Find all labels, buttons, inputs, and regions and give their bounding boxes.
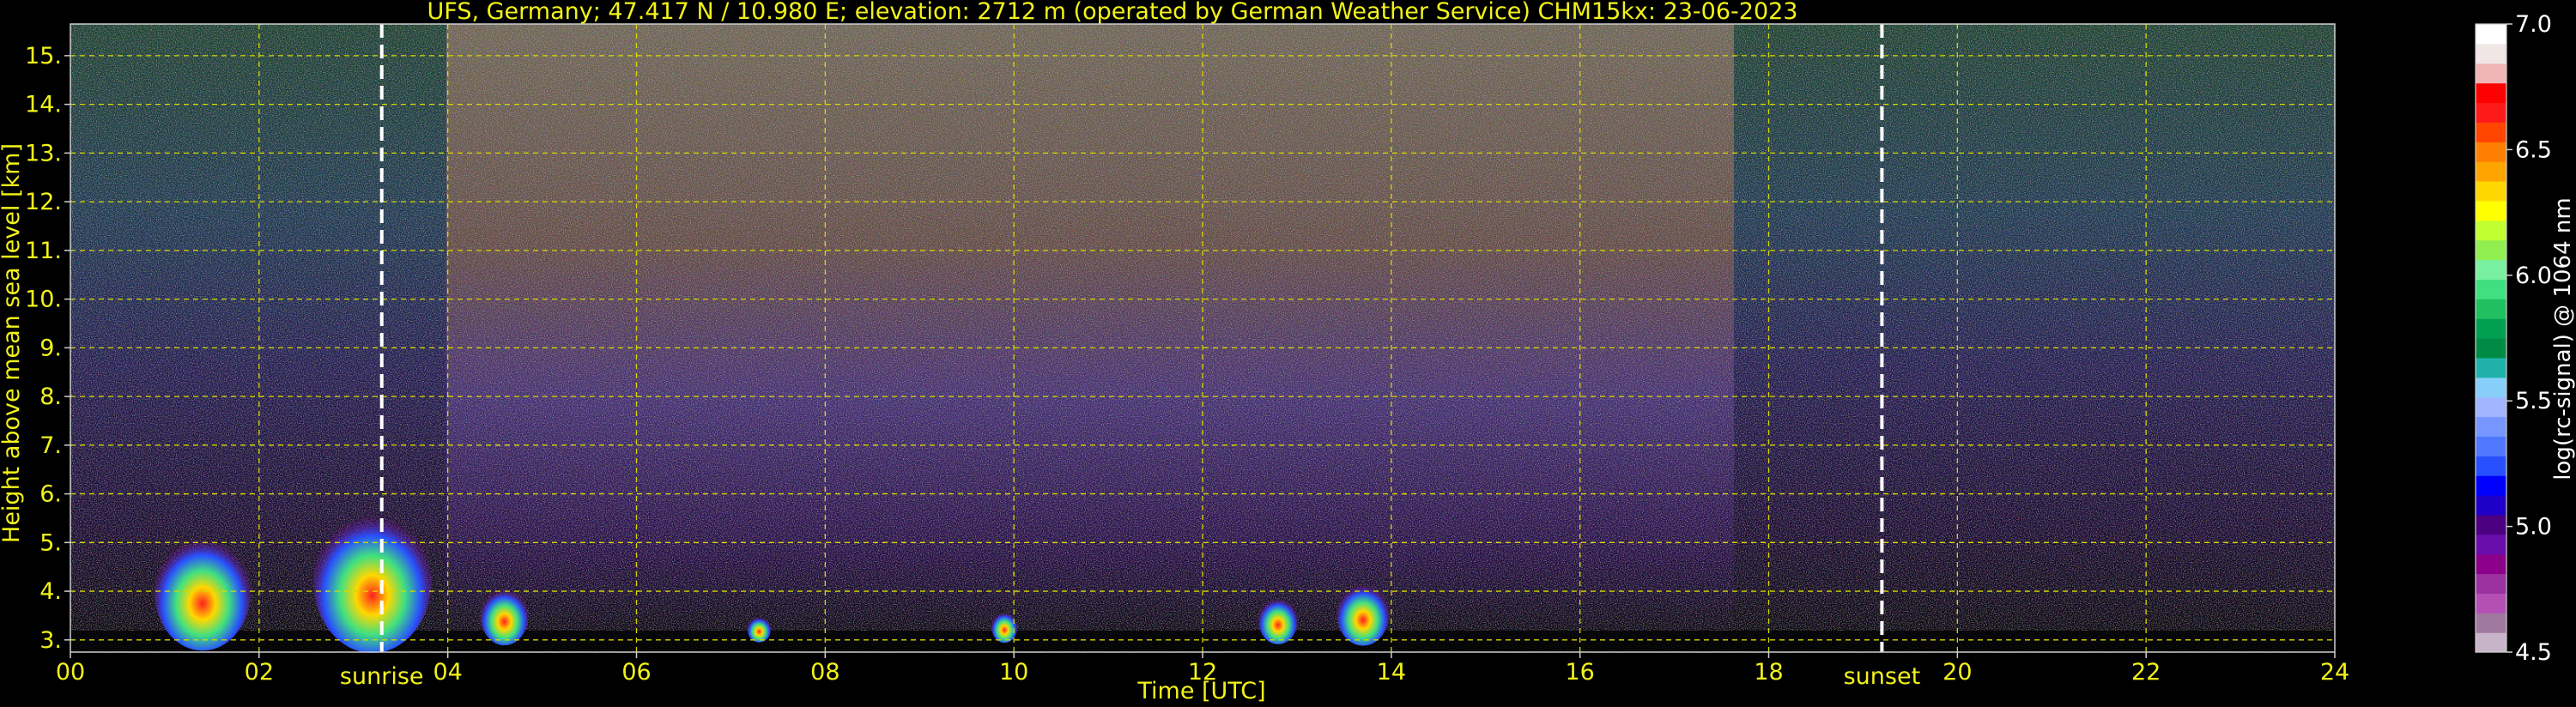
x-tick-label: 14	[1377, 659, 1406, 686]
colorbar: 4.5 5.0 5.5 6.0 6.5 7.0 log(rc-signal) @ 1064…	[2475, 11, 2576, 666]
colorbar-segment	[2476, 377, 2506, 398]
y-tick-label: 14.	[25, 92, 62, 118]
cloud-echo	[480, 586, 529, 646]
colorbar-segment	[2476, 259, 2506, 280]
x-tick-label: 22	[2131, 659, 2161, 686]
x-tick-label: 18	[1754, 659, 1783, 686]
colorbar-segment	[2476, 142, 2506, 162]
y-tick-label: 13.	[25, 140, 62, 166]
colorbar-segment	[2476, 553, 2506, 575]
colorbar-segment	[2476, 416, 2506, 437]
ceilometer-chart: UFS, Germany; 47.417 N / 10.980 E; eleva…	[0, 0, 2576, 704]
colorbar-segment	[2476, 82, 2506, 104]
colorbar-segments	[2476, 24, 2506, 653]
sun-annotations: sunrise sunset	[340, 663, 1920, 690]
colorbar-segment	[2476, 200, 2506, 221]
y-axis-ticks: 3. 4. 5. 6. 7. 8. 9. 10. 11. 12. 13. 14. 15.	[25, 43, 70, 654]
colorbar-segment	[2476, 279, 2506, 299]
colorbar-label: log(rc-signal) @ 1064 nm	[2550, 197, 2576, 480]
x-tick-label: 02	[245, 659, 274, 686]
x-tick-label: 10	[999, 659, 1028, 686]
y-tick-label: 8.	[39, 384, 62, 410]
colorbar-tick-label: 4.5	[2515, 639, 2552, 666]
y-axis-label: Height above mean sea level [km]	[0, 143, 25, 543]
x-tick-label: 16	[1565, 659, 1594, 686]
cloud-echo	[1258, 595, 1298, 644]
colorbar-segment	[2476, 102, 2506, 123]
colorbar-segment	[2476, 573, 2506, 594]
colorbar-segment	[2476, 43, 2506, 64]
colorbar-segment	[2476, 475, 2506, 496]
colorbar-tick-label: 7.0	[2515, 11, 2552, 38]
colorbar-tick-label: 6.5	[2515, 136, 2552, 163]
plot-area	[70, 23, 2336, 654]
colorbar-segment	[2476, 357, 2506, 378]
x-tick-label: 24	[2320, 659, 2349, 686]
y-tick-label: 6.	[39, 481, 62, 508]
x-tick-label: 08	[810, 659, 839, 686]
y-tick-label: 4.	[39, 578, 62, 605]
x-tick-label: 20	[1943, 659, 1972, 686]
y-tick-label: 9.	[39, 335, 62, 361]
colorbar-segment	[2476, 161, 2506, 182]
colorbar-segment	[2476, 456, 2506, 476]
y-tick-label: 5.	[39, 529, 62, 556]
cloud-echo	[312, 508, 432, 654]
y-tick-label: 12.	[25, 189, 62, 215]
colorbar-segment	[2476, 122, 2506, 142]
colorbar-segment	[2476, 318, 2506, 339]
colorbar-segment	[2476, 220, 2506, 241]
y-tick-label: 15.	[25, 43, 62, 69]
cloud-echo	[1336, 581, 1390, 646]
colorbar-segment	[2476, 632, 2506, 653]
cloud-echo	[747, 615, 772, 643]
colorbar-segment	[2476, 436, 2506, 456]
y-tick-label: 10.	[25, 287, 62, 313]
y-tick-label: 11.	[25, 238, 62, 264]
colorbar-segment	[2476, 613, 2506, 633]
colorbar-segment	[2476, 593, 2506, 613]
colorbar-segment	[2476, 63, 2506, 84]
colorbar-segment	[2476, 181, 2506, 202]
sun-label: sunset	[1844, 663, 1921, 690]
colorbar-segment	[2476, 24, 2506, 45]
colorbar-tick-label: 5.0	[2515, 514, 2552, 541]
sun-label: sunrise	[340, 663, 424, 690]
colorbar-tick-label: 5.5	[2515, 388, 2552, 414]
colorbar-segment	[2476, 338, 2506, 359]
colorbar-segment	[2476, 239, 2506, 261]
colorbar-segment	[2476, 534, 2506, 555]
colorbar-ticks: 4.5 5.0 5.5 6.0 6.5 7.0	[2506, 11, 2552, 666]
chart-title: UFS, Germany; 47.417 N / 10.980 E; eleva…	[427, 0, 1798, 25]
y-tick-label: 3.	[39, 627, 62, 654]
colorbar-segment	[2476, 495, 2506, 516]
x-tick-label: 12	[1188, 659, 1217, 686]
x-tick-label: 00	[56, 659, 85, 686]
x-tick-label: 06	[621, 659, 651, 686]
colorbar-segment	[2476, 514, 2506, 535]
y-tick-label: 7.	[39, 432, 62, 459]
colorbar-segment	[2476, 396, 2506, 418]
colorbar-tick-label: 6.0	[2515, 263, 2552, 289]
x-tick-label: 04	[433, 659, 462, 686]
colorbar-segment	[2476, 299, 2506, 319]
